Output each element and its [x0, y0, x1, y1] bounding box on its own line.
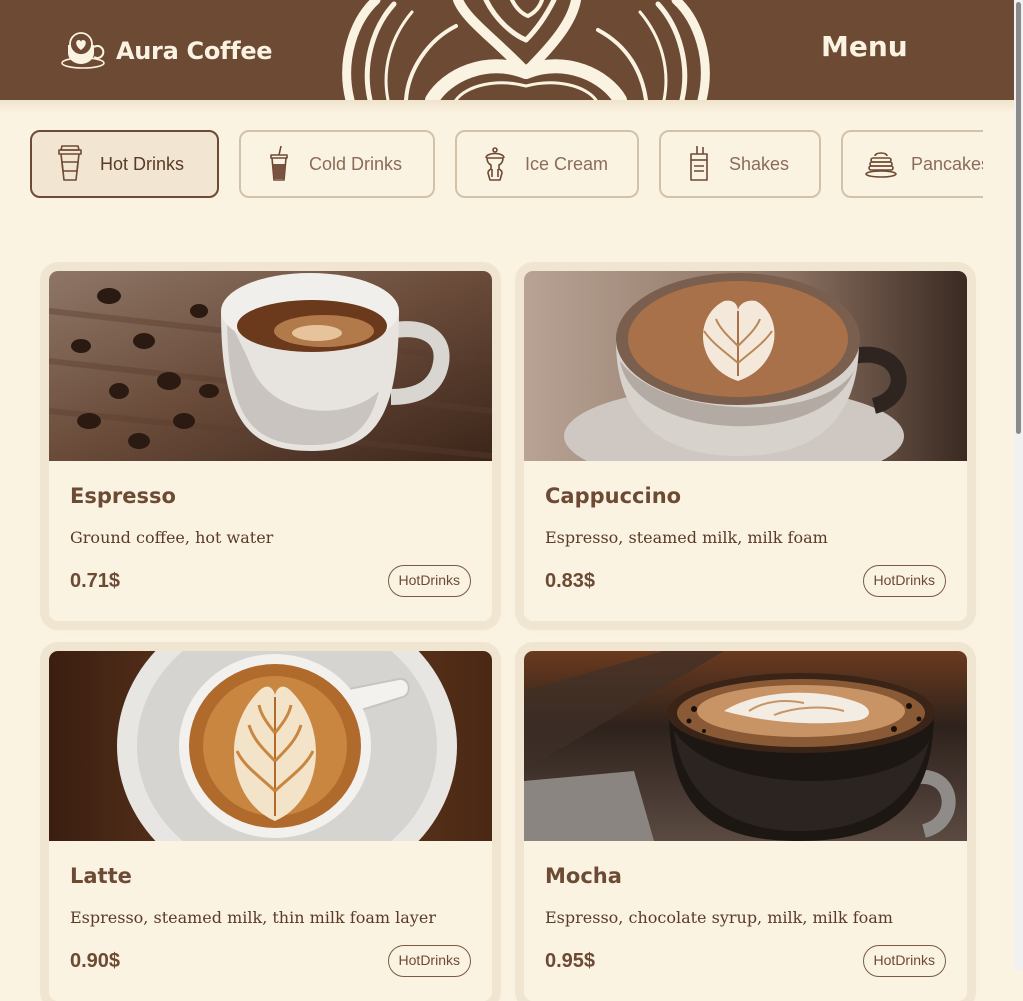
- scrollbar-thumb[interactable]: [1016, 2, 1021, 434]
- header-divider: [0, 100, 1014, 114]
- hot-cup-icon: [58, 145, 82, 181]
- espresso-photo: [49, 271, 492, 461]
- product-card-espresso[interactable]: Espresso Ground coffee, hot water 0.71$ …: [49, 271, 492, 621]
- tab-label: Cold Drinks: [309, 153, 403, 174]
- coffee-logo-icon: [61, 32, 105, 69]
- category-badge: HotDrinks: [387, 565, 471, 597]
- latte-art-illustration: [342, 0, 710, 100]
- product-name: Latte: [70, 864, 132, 888]
- shake-icon: [690, 146, 708, 181]
- tab-cold-drinks[interactable]: Cold Drinks: [239, 130, 435, 198]
- tab-label: Pancakes: [911, 153, 983, 174]
- product-card-cappuccino[interactable]: Cappuccino Espresso, steamed milk, milk …: [524, 271, 967, 621]
- product-card-latte[interactable]: Latte Espresso, steamed milk, thin milk …: [49, 651, 492, 1001]
- brand[interactable]: Aura Coffee: [60, 31, 273, 71]
- latte-photo: [49, 651, 492, 841]
- product-description: Espresso, chocolate syrup, milk, milk fo…: [545, 908, 893, 927]
- product-description: Espresso, steamed milk, milk foam: [545, 528, 828, 547]
- tab-shakes[interactable]: Shakes: [659, 130, 821, 198]
- product-description: Ground coffee, hot water: [70, 528, 274, 547]
- product-price: 0.83$: [545, 570, 596, 592]
- category-tabs[interactable]: Hot Drinks Cold Drinks Ice Cream Shakes …: [30, 129, 983, 201]
- tab-hot-drinks[interactable]: Hot Drinks: [30, 130, 219, 198]
- tab-label: Shakes: [729, 153, 790, 174]
- product-card-mocha[interactable]: Mocha Espresso, chocolate syrup, milk, m…: [524, 651, 967, 1001]
- iced-cup-icon: [270, 145, 288, 181]
- category-badge: HotDrinks: [862, 565, 946, 597]
- cappuccino-photo: [524, 271, 967, 461]
- tab-label: Ice Cream: [525, 153, 609, 174]
- product-name: Espresso: [70, 484, 176, 508]
- mocha-photo: [524, 651, 967, 841]
- tab-ice-cream[interactable]: Ice Cream: [455, 130, 639, 198]
- app-header: Aura Coffee Menu: [0, 0, 1014, 100]
- tab-label: Hot Drinks: [100, 153, 185, 174]
- page-scrollbar[interactable]: [1014, 0, 1023, 970]
- product-description: Espresso, steamed milk, thin milk foam l…: [70, 908, 436, 927]
- category-badge: HotDrinks: [862, 945, 946, 977]
- product-name: Cappuccino: [545, 484, 682, 508]
- product-name: Mocha: [545, 864, 622, 888]
- page-title: Menu: [821, 30, 908, 63]
- category-badge: HotDrinks: [387, 945, 471, 977]
- tab-pancakes[interactable]: Pancakes: [841, 130, 983, 198]
- pancake-icon: [865, 152, 897, 178]
- product-price: 0.71$: [70, 570, 121, 592]
- ice-cream-icon: [485, 147, 505, 181]
- brand-name: Aura Coffee: [116, 37, 273, 65]
